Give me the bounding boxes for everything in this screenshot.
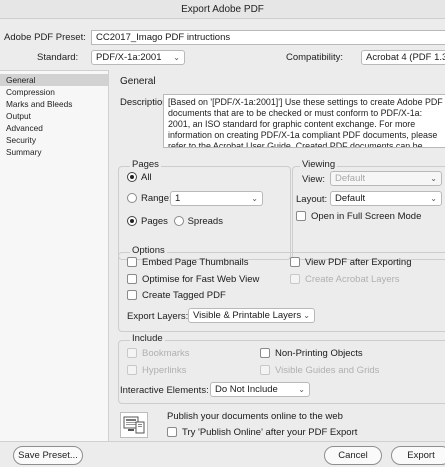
interactive-label: Interactive Elements: [120, 385, 209, 396]
all-radio-button[interactable] [127, 172, 137, 183]
view-after-label: View PDF after Exporting [305, 257, 412, 268]
publish-online-icon [120, 412, 148, 438]
export-layers-value: Visible & Printable Layers [193, 310, 302, 321]
embed-thumbnails-checkbox[interactable]: Embed Page Thumbnails [127, 257, 249, 268]
compatibility-label: Compatibility: [286, 52, 344, 63]
compatibility-select[interactable]: Acrobat 4 (PDF 1.3) [361, 50, 445, 65]
optimise-web-checkbox[interactable]: Optimise for Fast Web View [127, 274, 259, 285]
fullscreen-label: Open in Full Screen Mode [311, 211, 422, 222]
preset-label: Adobe PDF Preset: [4, 32, 86, 43]
range-radio[interactable]: Range: [127, 193, 172, 204]
spreads-label: Spreads [187, 216, 223, 227]
export-layers-select[interactable]: Visible & Printable Layers ⌄ [188, 308, 315, 323]
bookmarks-check[interactable] [127, 348, 137, 359]
hyperlinks-label: Hyperlinks [142, 365, 187, 376]
all-radio[interactable]: All [127, 172, 152, 183]
pages-title: Pages [130, 159, 161, 170]
chevron-down-icon: ⌄ [173, 53, 180, 62]
sidebar-item-compression[interactable]: Compression [0, 86, 108, 98]
publish-try-label: Try 'Publish Online' after your PDF Expo… [182, 427, 358, 438]
interactive-value: Do Not Include [215, 384, 278, 395]
footer-divider [0, 441, 445, 442]
view-select[interactable]: Default ⌄ [330, 171, 442, 186]
hyperlinks-checkbox[interactable]: Hyperlinks [127, 365, 186, 376]
export-layers-label: Export Layers: [127, 311, 189, 322]
view-after-checkbox[interactable]: View PDF after Exporting [290, 257, 411, 268]
sidebar: General Compression Marks and Bleeds Out… [0, 70, 109, 441]
chevron-down-icon: ⌄ [251, 194, 258, 203]
range-value: 1 [175, 193, 181, 204]
export-button[interactable]: Export [391, 446, 445, 465]
spreads-radio-button[interactable] [173, 216, 184, 227]
bookmarks-label: Bookmarks [142, 348, 190, 359]
bookmarks-checkbox[interactable]: Bookmarks [127, 348, 190, 359]
options-title: Options [130, 245, 167, 256]
optimise-web-label: Optimise for Fast Web View [142, 274, 260, 285]
chevron-down-icon: ⌄ [298, 385, 305, 394]
sidebar-item-summary[interactable]: Summary [0, 146, 108, 158]
range-radio-button[interactable] [127, 193, 137, 204]
layout-label: Layout: [296, 194, 328, 205]
visible-guides-check[interactable] [260, 365, 270, 376]
tagged-pdf-check[interactable] [127, 290, 137, 301]
standard-value: PDF/X-1a:2001 [96, 52, 162, 63]
chevron-down-icon: ⌄ [430, 194, 437, 203]
tagged-pdf-checkbox[interactable]: Create Tagged PDF [127, 290, 226, 301]
preset-input[interactable]: CC2017_Imago PDF intructions [91, 30, 445, 45]
all-label: All [141, 172, 152, 183]
save-preset-button[interactable]: Save Preset... [13, 446, 83, 465]
include-title: Include [130, 333, 165, 344]
publish-try-check[interactable] [167, 427, 177, 438]
pages-spreads-radios: Pages Spreads [127, 216, 223, 227]
interactive-select[interactable]: Do Not Include ⌄ [210, 382, 310, 397]
view-label: View: [302, 174, 326, 185]
export-pdf-dialog: Export Adobe PDF Adobe PDF Preset: CC201… [0, 0, 445, 467]
embed-thumbnails-label: Embed Page Thumbnails [142, 257, 249, 268]
pages-label: Pages [141, 216, 168, 227]
standard-select[interactable]: PDF/X-1a:2001 ⌄ [91, 50, 185, 65]
view-after-check[interactable] [290, 257, 300, 268]
hyperlinks-check[interactable] [127, 365, 137, 376]
nonprinting-check[interactable] [260, 348, 270, 359]
description-text[interactable]: [Based on '[PDF/X-1a:2001]'] Use these s… [163, 94, 445, 148]
standard-label: Standard: [37, 52, 79, 63]
view-value: Default [335, 173, 366, 184]
sidebar-item-general[interactable]: General [0, 74, 108, 86]
viewing-title: Viewing [300, 159, 338, 170]
compatibility-value: Acrobat 4 (PDF 1.3) [366, 52, 445, 63]
create-layers-check[interactable] [290, 274, 300, 285]
layout-select[interactable]: Default ⌄ [330, 191, 442, 206]
nonprinting-checkbox[interactable]: Non-Printing Objects [260, 348, 363, 359]
fullscreen-check[interactable] [296, 211, 306, 222]
fullscreen-checkbox[interactable]: Open in Full Screen Mode [296, 211, 421, 222]
publish-try-checkbox[interactable]: Try 'Publish Online' after your PDF Expo… [167, 427, 357, 438]
sidebar-item-advanced[interactable]: Advanced [0, 122, 108, 134]
cancel-button[interactable]: Cancel [324, 446, 382, 465]
pages-radio-button[interactable] [127, 216, 137, 227]
panel-title: General [120, 76, 156, 87]
layout-value: Default [335, 193, 366, 204]
nonprinting-label: Non-Printing Objects [275, 348, 363, 359]
sidebar-item-marks-and-bleeds[interactable]: Marks and Bleeds [0, 98, 108, 110]
sidebar-item-output[interactable]: Output [0, 110, 108, 122]
visible-guides-checkbox[interactable]: Visible Guides and Grids [260, 365, 379, 376]
embed-thumbnails-check[interactable] [127, 257, 137, 268]
create-layers-label: Create Acrobat Layers [305, 274, 400, 285]
window-title: Export Adobe PDF [0, 0, 445, 19]
tagged-pdf-label: Create Tagged PDF [142, 290, 226, 301]
range-input[interactable]: 1 ⌄ [170, 191, 263, 206]
optimise-web-check[interactable] [127, 274, 137, 285]
sidebar-item-security[interactable]: Security [0, 134, 108, 146]
chevron-down-icon: ⌄ [303, 311, 310, 320]
visible-guides-label: Visible Guides and Grids [275, 365, 380, 376]
chevron-down-icon: ⌄ [430, 174, 437, 183]
publish-text: Publish your documents online to the web [167, 411, 343, 422]
create-layers-checkbox[interactable]: Create Acrobat Layers [290, 274, 400, 285]
range-label: Range: [141, 193, 172, 204]
